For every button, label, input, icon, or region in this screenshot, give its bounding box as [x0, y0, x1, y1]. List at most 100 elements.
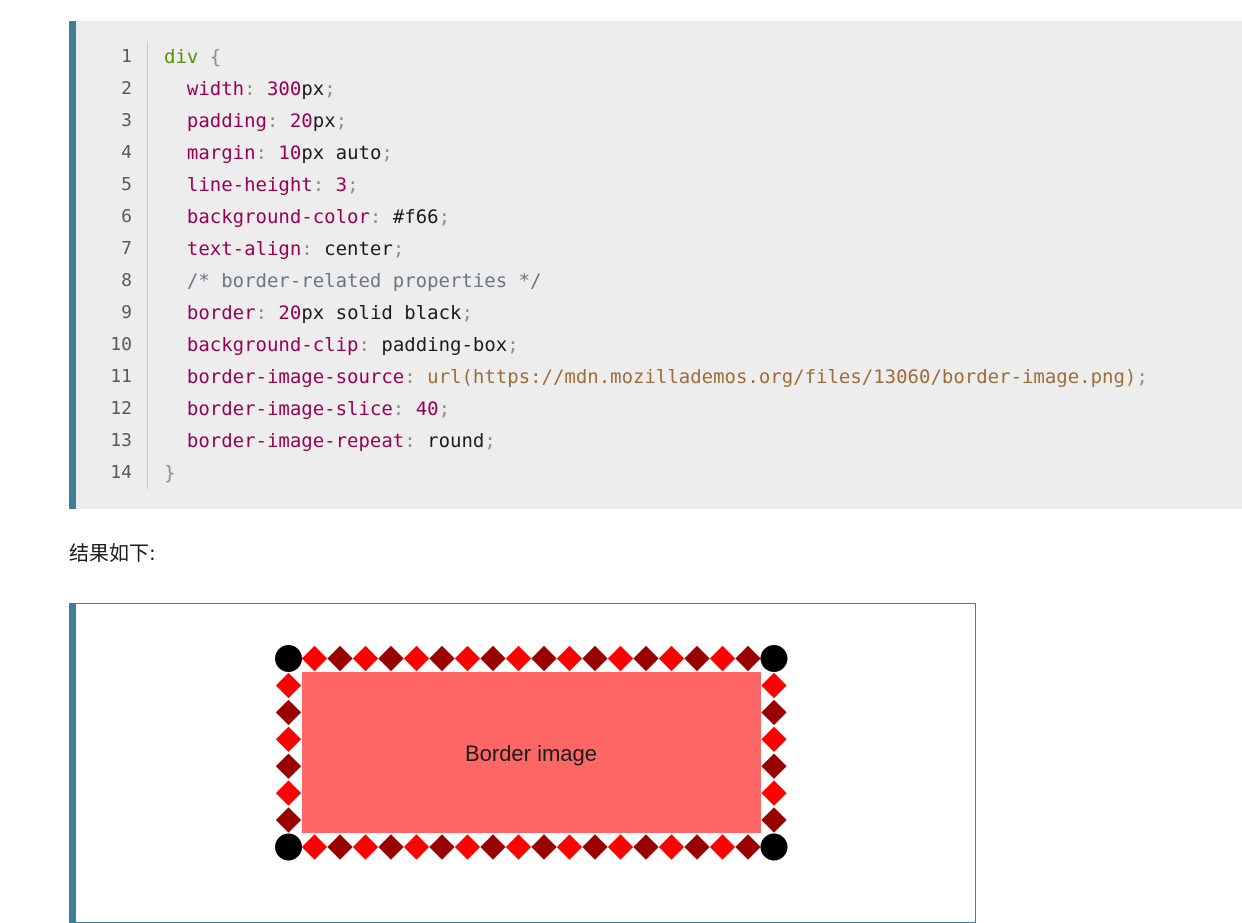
border-diamond — [301, 645, 328, 672]
line-number: 4 — [121, 142, 132, 163]
border-diamond — [429, 834, 455, 860]
code-token: 20 — [289, 110, 313, 132]
border-diamond — [556, 834, 583, 860]
border-diamond — [275, 699, 302, 726]
code-block: 1 2 3 4 5 6 7 8 9 10 11 12 13 14 div { width: 300px; … — [69, 21, 1242, 509]
code-line: /* border-related properties */ — [164, 265, 542, 297]
line-number-gutter: 1 2 3 4 5 6 7 8 9 10 11 12 13 14 — [76, 41, 148, 489]
code-token: ; — [484, 430, 496, 452]
border-corner-circle — [275, 833, 302, 861]
border-diamond — [761, 726, 787, 752]
line-number: 14 — [110, 462, 132, 483]
border-diamond — [607, 645, 634, 672]
code-token: border-image-slice — [186, 398, 393, 420]
border-diamond — [735, 645, 761, 672]
code-token: : — [255, 302, 279, 324]
code-token: 40 — [415, 398, 439, 420]
code-token: center — [324, 238, 393, 260]
code-token: /* border-related properties */ — [186, 270, 542, 292]
code-line: width: 300px; — [164, 73, 336, 105]
border-diamond — [275, 780, 302, 806]
border-diamond — [761, 780, 787, 806]
code-token: margin — [186, 142, 256, 164]
code-token: border-image-source — [186, 366, 405, 388]
code-token: : — [244, 78, 267, 100]
border-diamond — [480, 645, 506, 672]
border-diamond — [275, 672, 302, 699]
line-number: 9 — [121, 302, 132, 323]
line-number: 6 — [121, 206, 132, 227]
border-diamond — [352, 645, 379, 672]
code-line: div { — [164, 41, 221, 73]
code-token: px — [301, 78, 325, 100]
code-line: border: 20px solid black; — [164, 297, 473, 329]
code-token: : — [404, 366, 428, 388]
border-diamond — [607, 834, 634, 860]
border-diamond — [633, 645, 659, 672]
code-token: 300 — [266, 78, 302, 100]
code-token: 20 — [278, 302, 302, 324]
line-number: 10 — [110, 334, 132, 355]
code-line: text-align: center; — [164, 233, 404, 265]
border-corner-circle — [760, 645, 788, 672]
code-token: { — [198, 46, 222, 68]
code-token: text-align — [186, 238, 302, 260]
code-token: border-image-repeat — [186, 430, 405, 452]
border-diamond — [684, 834, 710, 860]
border-diamond — [709, 834, 736, 860]
border-diamond — [735, 834, 761, 860]
border-diamond — [761, 807, 787, 833]
border-diamond — [378, 834, 404, 860]
border-diamond — [684, 645, 710, 672]
border-diamond — [531, 834, 557, 860]
border-diamond — [761, 753, 787, 779]
code-token: ; — [1136, 366, 1148, 388]
code-line: padding: 20px; — [164, 105, 347, 137]
code-line: border-image-repeat: round; — [164, 425, 496, 457]
code-line: background-color: #f66; — [164, 201, 450, 233]
code-line: background-clip: padding-box; — [164, 329, 519, 361]
border-diamond — [709, 645, 736, 672]
code-token: ; — [438, 398, 451, 420]
border-diamond — [454, 645, 481, 672]
line-number: 1 — [121, 46, 132, 67]
border-diamond — [301, 834, 328, 860]
border-diamond — [658, 834, 685, 860]
border-diamond — [582, 645, 608, 672]
code-token: ; — [507, 334, 519, 356]
code-token: ; — [324, 78, 336, 100]
code-line: } — [164, 457, 175, 489]
line-number: 2 — [121, 78, 132, 99]
border-diamond — [658, 645, 685, 672]
code-token: ; — [335, 110, 348, 132]
border-diamond — [275, 726, 302, 752]
border-diamond — [275, 807, 302, 833]
border-corner-circle — [275, 645, 302, 672]
line-number: 5 — [121, 174, 132, 195]
code-line: border-image-slice: 40; — [164, 393, 450, 425]
border-diamond — [327, 834, 353, 860]
border-diamond — [480, 834, 506, 860]
code-token: : — [301, 238, 325, 260]
code-token: 10 — [278, 142, 302, 164]
border-diamond — [505, 645, 532, 672]
code-token: ; — [461, 302, 473, 324]
code-token: ; — [381, 142, 393, 164]
code-token: : — [369, 206, 393, 228]
code-token: : — [358, 334, 382, 356]
code-token: round — [427, 430, 485, 452]
code-token: : — [266, 110, 290, 132]
result-frame: Border image — [69, 603, 976, 923]
code-token: px — [312, 110, 336, 132]
border-diamond — [352, 834, 379, 860]
line-number: 11 — [110, 366, 132, 387]
code-token: ; — [392, 238, 405, 260]
